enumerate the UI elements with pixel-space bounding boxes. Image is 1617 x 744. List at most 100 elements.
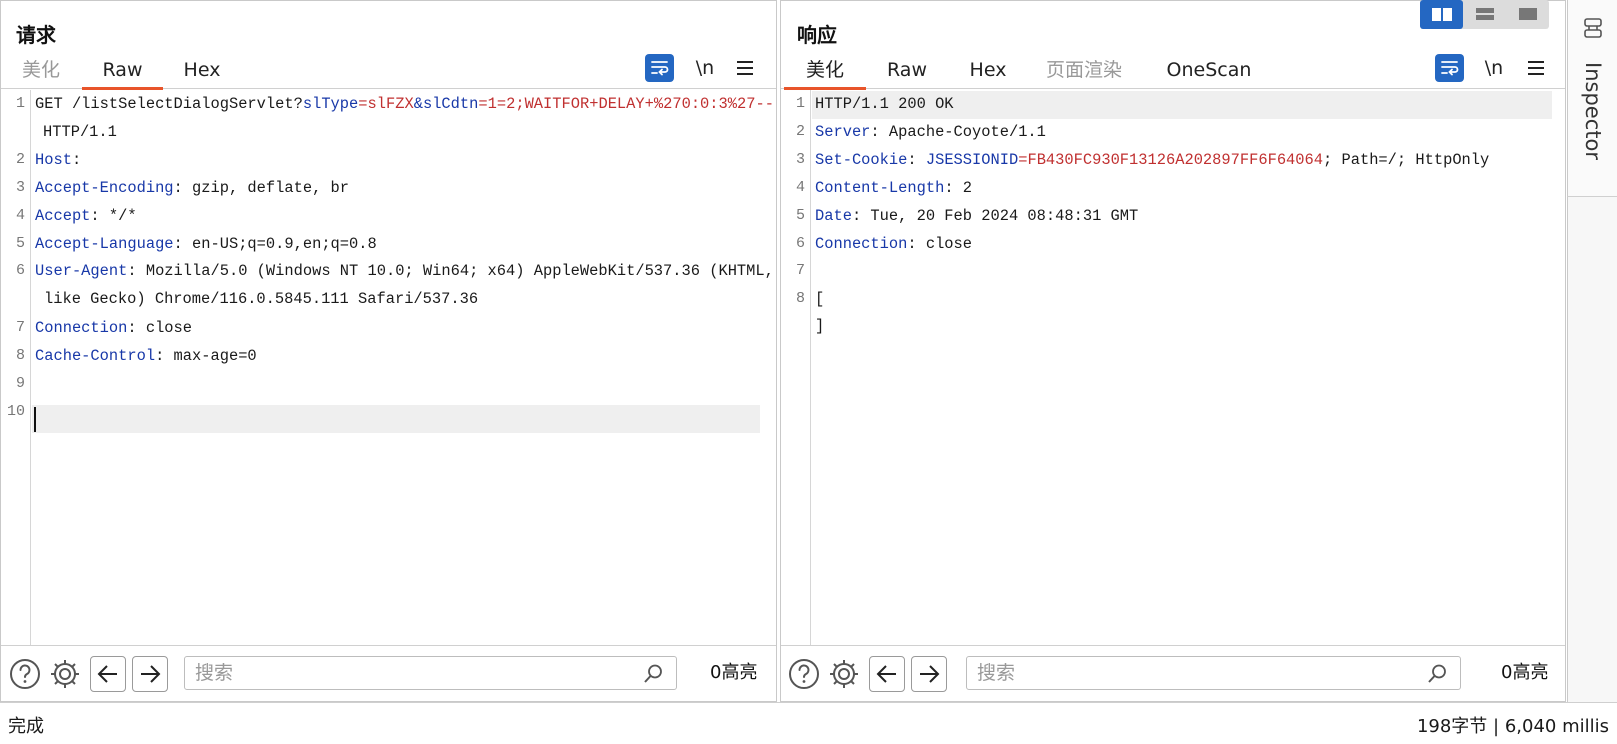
search-icon xyxy=(644,664,662,683)
next-match-button[interactable] xyxy=(911,656,947,692)
rows-layout-icon xyxy=(1475,8,1494,20)
line-number: 8 xyxy=(795,290,805,307)
request-search-field[interactable] xyxy=(184,656,677,690)
line-number: 7 xyxy=(15,319,25,336)
header-separator: : xyxy=(907,151,926,169)
line-number: 1 xyxy=(15,95,25,112)
header-name: Date xyxy=(815,207,852,225)
response-stats: 198字节 | 6,040 millis xyxy=(1416,716,1609,737)
header-name: Connection xyxy=(35,319,128,337)
wrap-lines-icon xyxy=(1440,61,1458,76)
line-number: 2 xyxy=(15,151,25,168)
param-eq: = xyxy=(358,95,368,113)
line-number: 3 xyxy=(15,179,25,196)
param-name: slCdtn xyxy=(422,95,479,113)
inspector-tab[interactable]: Inspector xyxy=(1567,0,1617,197)
param-value: 1=2;WAITFOR+DELAY+%270:0:3%27-- xyxy=(487,95,774,113)
response-gutter: 1 2 3 4 5 6 7 8 xyxy=(781,90,811,645)
line-number: 7 xyxy=(795,262,805,279)
response-line-3: Set-Cookie: JSESSIONID=FB430FC930F13126A… xyxy=(815,151,1489,169)
cookie-attributes: ; Path=/; HttpOnly xyxy=(1323,151,1490,169)
request-gutter: 1 2 3 4 5 6 7 8 9 10 xyxy=(1,90,31,645)
show-newlines-button[interactable]: \n xyxy=(693,54,717,82)
header-value: : xyxy=(71,151,82,169)
settings-button[interactable] xyxy=(48,657,82,691)
response-tab-raw[interactable]: Raw xyxy=(881,51,933,89)
response-tab-onescan[interactable]: OneScan xyxy=(1162,51,1256,89)
line-number: 6 xyxy=(15,262,25,279)
previous-match-button[interactable] xyxy=(869,656,905,692)
header-value: : Mozilla/5.0 (Windows NT 10.0; Win64; x… xyxy=(127,262,774,280)
gear-icon xyxy=(830,660,858,688)
layout-toggle xyxy=(1420,0,1549,29)
layout-side-by-side-button[interactable] xyxy=(1420,0,1463,29)
inspector-icon xyxy=(1584,18,1602,38)
response-search-input[interactable] xyxy=(977,661,1410,685)
status-text: 完成 xyxy=(8,716,44,737)
request-line-1-wrap: HTTP/1.1 xyxy=(43,123,117,141)
help-icon xyxy=(10,659,40,689)
cookie-name: JSESSIONID xyxy=(925,151,1019,169)
wrap-lines-button[interactable] xyxy=(1435,54,1464,82)
status-bar: 完成 198字节 | 6,040 millis xyxy=(0,702,1617,744)
request-editor[interactable]: 1 2 3 4 5 6 7 8 9 10 GET /listSelectDial… xyxy=(1,90,776,646)
wrap-lines-button[interactable] xyxy=(645,54,674,82)
request-path: GET /listSelectDialogServlet? xyxy=(35,95,303,113)
response-tab-pretty[interactable]: 美化 xyxy=(784,51,866,90)
response-menu-button[interactable] xyxy=(1524,54,1548,82)
header-name: User-Agent xyxy=(35,262,128,280)
layout-stacked-button[interactable] xyxy=(1463,0,1506,29)
header-value: : Tue, 20 Feb 2024 08:48:31 GMT xyxy=(851,207,1139,225)
request-line-1: GET /listSelectDialogServlet?slType=slFZ… xyxy=(35,95,774,113)
request-line-3: Accept-Encoding: gzip, deflate, br xyxy=(35,179,349,197)
line-number: 1 xyxy=(795,95,805,112)
header-name: Accept-Language xyxy=(35,235,174,253)
text-caret xyxy=(34,407,36,432)
current-line-highlight xyxy=(32,405,760,433)
header-name: Accept xyxy=(35,207,91,225)
header-name: Set-Cookie xyxy=(815,151,908,169)
next-match-button[interactable] xyxy=(132,656,168,692)
request-line-7: Connection: close xyxy=(35,319,192,337)
hamburger-menu-icon xyxy=(737,61,753,75)
response-search-field[interactable] xyxy=(966,656,1461,690)
header-name: Accept-Encoding xyxy=(35,179,174,197)
line-number: 8 xyxy=(15,347,25,364)
layout-single-button[interactable] xyxy=(1506,0,1549,29)
header-value: : close xyxy=(907,235,973,253)
request-search-input[interactable] xyxy=(195,661,626,685)
request-tab-pretty[interactable]: 美化 xyxy=(15,51,67,89)
cookie-value: FB430FC930F13126A202897FF6F64064 xyxy=(1027,151,1324,169)
request-tab-raw[interactable]: Raw xyxy=(82,51,163,90)
line-number: 5 xyxy=(795,207,805,224)
help-button[interactable] xyxy=(787,657,821,691)
previous-match-button[interactable] xyxy=(90,656,126,692)
request-menu-button[interactable] xyxy=(733,54,757,82)
wrap-lines-icon xyxy=(650,61,668,76)
response-tab-render[interactable]: 页面渲染 xyxy=(1044,51,1124,89)
request-pane: 请求 美化 Raw Hex \n 1 2 3 4 5 6 7 8 9 10 GE… xyxy=(0,0,777,702)
header-value: : */* xyxy=(90,207,137,225)
line-number: 4 xyxy=(795,179,805,196)
header-name: Server xyxy=(815,123,871,141)
header-value: : Apache-Coyote/1.1 xyxy=(870,123,1046,141)
request-title: 请求 xyxy=(16,23,56,47)
line-number: 5 xyxy=(15,235,25,252)
arrow-right-icon xyxy=(141,665,161,683)
settings-button[interactable] xyxy=(827,657,861,691)
response-editor[interactable]: 1 2 3 4 5 6 7 8 HTTP/1.1 200 OK Server: … xyxy=(781,90,1565,646)
help-icon xyxy=(789,659,819,689)
response-line-4: Content-Length: 2 xyxy=(815,179,972,197)
arrow-left-icon xyxy=(97,665,117,683)
request-highlight-count: 0高亮 xyxy=(710,662,758,683)
header-value: : max-age=0 xyxy=(155,347,257,365)
response-body-close: ] xyxy=(815,317,825,335)
response-search-bar: 0高亮 xyxy=(781,647,1565,702)
response-highlight-count: 0高亮 xyxy=(1501,662,1549,683)
response-tab-hex[interactable]: Hex xyxy=(963,51,1013,89)
request-tab-hex[interactable]: Hex xyxy=(176,51,228,89)
response-body-open: [ xyxy=(815,290,825,308)
help-button[interactable] xyxy=(8,657,42,691)
show-newlines-button[interactable]: \n xyxy=(1482,54,1506,82)
response-pane: 响应 美化 Raw Hex 页面渲染 OneScan \n 1 2 3 4 5 … xyxy=(780,0,1566,702)
